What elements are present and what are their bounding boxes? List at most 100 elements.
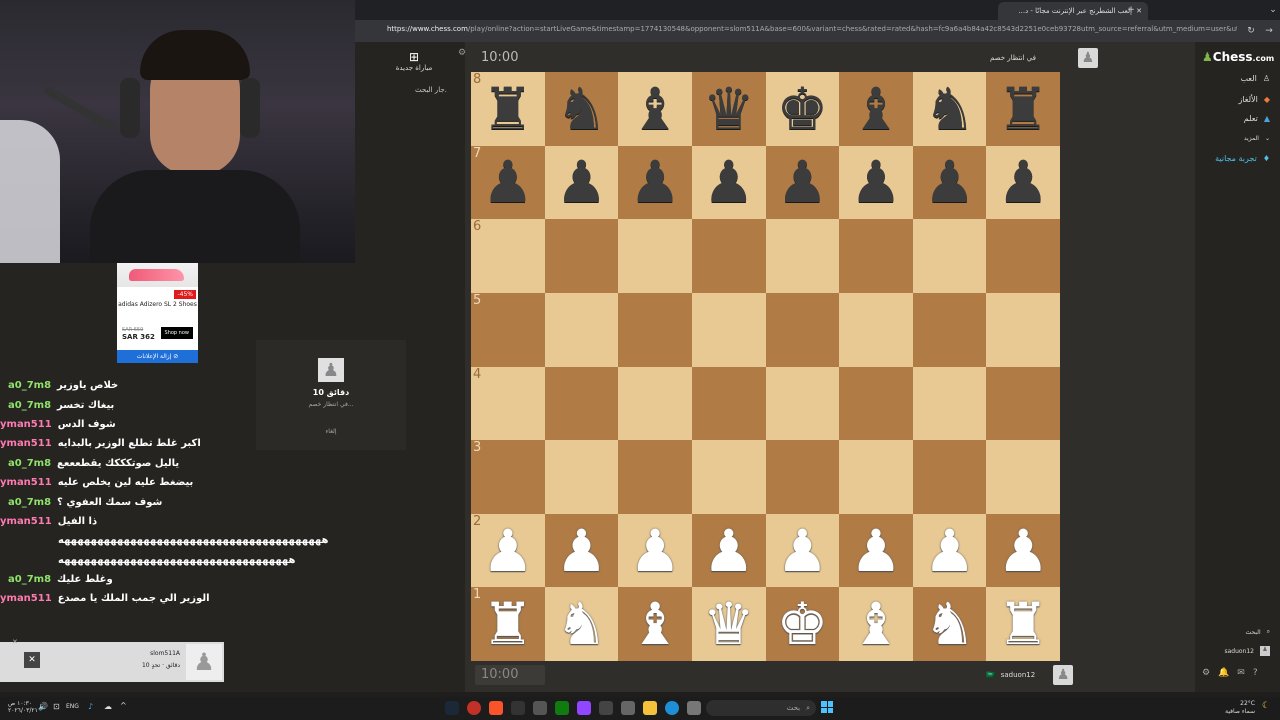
remove-ads-button[interactable]: إزالة الإعلانات ⊘ <box>117 350 198 363</box>
clock[interactable]: ١٠:٣٠ ص ٢٠٢٦/٠٣/٢١ <box>8 700 38 714</box>
board-square[interactable]: ♚ <box>765 587 840 661</box>
black-piece-icon[interactable]: ♛ <box>703 80 755 138</box>
board-square[interactable]: ♛ <box>691 72 766 146</box>
white-piece-icon[interactable]: ♟ <box>997 522 1049 580</box>
chevron-up-icon[interactable]: ^ <box>120 701 127 710</box>
board-square[interactable]: 6 <box>471 219 545 293</box>
board-square[interactable] <box>691 366 766 441</box>
notification-dismiss-icon[interactable]: ✕ <box>12 638 18 646</box>
board-square[interactable] <box>765 219 840 293</box>
board-square[interactable]: ♟ <box>544 145 619 220</box>
black-piece-icon[interactable]: ♝ <box>629 80 681 138</box>
chess-com-logo[interactable]: ♟Chess.com <box>1202 50 1274 64</box>
white-piece-icon[interactable]: ♟ <box>924 522 976 580</box>
white-piece-icon[interactable]: ♟ <box>703 522 755 580</box>
board-square[interactable]: ♟ <box>839 145 913 220</box>
board-square[interactable]: ♞ <box>912 72 987 146</box>
board-square[interactable] <box>912 219 987 293</box>
mic-icon[interactable]: ♪ <box>88 702 93 711</box>
black-piece-icon[interactable]: ♟ <box>629 153 681 211</box>
black-piece-icon[interactable]: ♚ <box>776 80 828 138</box>
window-menu-icon[interactable]: ⌄ <box>1266 3 1280 17</box>
board-square[interactable]: ♟ <box>691 513 766 588</box>
white-piece-icon[interactable]: ♛ <box>703 595 755 653</box>
nav-puzzles[interactable]: الألغاز ◆ <box>1200 95 1270 104</box>
board-square[interactable]: ♟ <box>986 145 1060 220</box>
board-square[interactable]: ♟ <box>618 513 692 588</box>
black-piece-icon[interactable]: ♟ <box>924 153 976 211</box>
white-piece-icon[interactable]: ♞ <box>555 595 607 653</box>
board-square[interactable]: 2 ♟ <box>471 513 545 588</box>
board-square[interactable]: ♜ <box>986 72 1060 146</box>
board-square[interactable] <box>839 292 913 367</box>
black-piece-icon[interactable]: ♟ <box>482 153 534 211</box>
white-piece-icon[interactable]: ♝ <box>629 595 681 653</box>
new-tab-icon[interactable]: + <box>1124 3 1138 17</box>
settings-gear-icon[interactable]: ⚙ <box>458 48 466 58</box>
board-square[interactable] <box>839 219 913 293</box>
nav-free-trial[interactable]: تجربة مجانية ♦ <box>1200 154 1270 163</box>
black-piece-icon[interactable]: ♟ <box>997 153 1049 211</box>
black-piece-icon[interactable]: ♟ <box>555 153 607 211</box>
board-square[interactable] <box>544 292 619 367</box>
board-square[interactable]: ♞ <box>912 587 987 661</box>
board-square[interactable] <box>618 440 692 514</box>
language-indicator[interactable]: ENG <box>66 703 79 710</box>
board-square[interactable] <box>544 366 619 441</box>
board-square[interactable]: ♝ <box>839 72 913 146</box>
white-piece-icon[interactable]: ♝ <box>850 595 902 653</box>
board-square[interactable] <box>765 440 840 514</box>
board-square[interactable]: ♞ <box>544 72 619 146</box>
taskbar-apps[interactable] <box>445 701 701 715</box>
nav-bottom-icons[interactable]: ⚙🔔✉? <box>1202 668 1266 678</box>
board-square[interactable]: 8 ♜ <box>471 72 545 146</box>
bottom-player-name[interactable]: saduon12 <box>1001 671 1035 679</box>
taskbar-search[interactable]: بحث ⌕ <box>706 700 816 716</box>
url-field[interactable]: https://www.chess.com/play/online?action… <box>387 25 1237 37</box>
board-square[interactable]: ♝ <box>839 587 913 661</box>
reload-icon[interactable]: ↻ <box>1244 24 1258 38</box>
challenge-notification[interactable]: ✕ slom511A 10 دقائق · تحدٍ ♟ <box>0 642 224 682</box>
board-square[interactable]: ♛ <box>691 587 766 661</box>
board-square[interactable] <box>839 440 913 514</box>
white-piece-icon[interactable]: ♞ <box>924 595 976 653</box>
white-piece-icon[interactable]: ♟ <box>555 522 607 580</box>
nav-search[interactable]: البحث ⌕ <box>1200 628 1270 636</box>
new-game-button[interactable]: ⊞ مباراة جديدة <box>388 50 440 72</box>
board-square[interactable]: 4 <box>471 366 545 441</box>
ad-banner[interactable]: -45% adidas Adizero SL 2 Shoes SAR 659 S… <box>117 263 198 363</box>
board-square[interactable]: ♞ <box>544 587 619 661</box>
white-piece-icon[interactable]: ♟ <box>776 522 828 580</box>
board-square[interactable]: ♟ <box>691 145 766 220</box>
board-square[interactable]: 1 ♜ <box>471 587 545 661</box>
black-piece-icon[interactable]: ♝ <box>850 80 902 138</box>
board-square[interactable]: ♚ <box>765 72 840 146</box>
black-piece-icon[interactable]: ♟ <box>850 153 902 211</box>
board-square[interactable] <box>765 292 840 367</box>
network-icon[interactable]: ⊡ <box>53 702 60 711</box>
board-square[interactable]: ♟ <box>912 145 987 220</box>
nav-user[interactable]: saduon12 ♟ <box>1200 646 1270 656</box>
nav-play[interactable]: العب ♙ <box>1200 74 1270 83</box>
nav-learn[interactable]: تعلم ▲ <box>1200 114 1270 123</box>
white-piece-icon[interactable]: ♜ <box>482 595 534 653</box>
board-square[interactable]: ♟ <box>618 145 692 220</box>
board-square[interactable] <box>618 219 692 293</box>
weather-widget[interactable]: 22°C سماء صافية <box>1215 700 1255 716</box>
board-square[interactable] <box>986 366 1060 441</box>
chess-board[interactable]: 8 ♜ ♞ ♝ ♛ ♚ ♝ ♞ ♜ 7 ♟ ♟ ♟ ♟ ♟ ♟ ♟ ♟ 6 5 4 3 2 ♟ ♟ ♟ ♟ ♟ ♟ ♟ ♟ 1 ♜ ♞ ♝ ♛ ♚ ♝ ♞ ♜ <box>471 72 1060 661</box>
black-piece-icon[interactable]: ♟ <box>703 153 755 211</box>
board-square[interactable] <box>986 219 1060 293</box>
board-square[interactable] <box>986 440 1060 514</box>
board-square[interactable] <box>544 440 619 514</box>
board-square[interactable] <box>618 366 692 441</box>
board-square[interactable]: 7 ♟ <box>471 145 545 220</box>
board-square[interactable]: ♜ <box>986 587 1060 661</box>
board-square[interactable]: ♟ <box>912 513 987 588</box>
board-square[interactable] <box>912 366 987 441</box>
board-square[interactable]: ♝ <box>618 587 692 661</box>
forward-icon[interactable]: → <box>1262 24 1276 38</box>
black-piece-icon[interactable]: ♟ <box>776 153 828 211</box>
board-square[interactable]: ♟ <box>765 145 840 220</box>
board-square[interactable] <box>912 440 987 514</box>
